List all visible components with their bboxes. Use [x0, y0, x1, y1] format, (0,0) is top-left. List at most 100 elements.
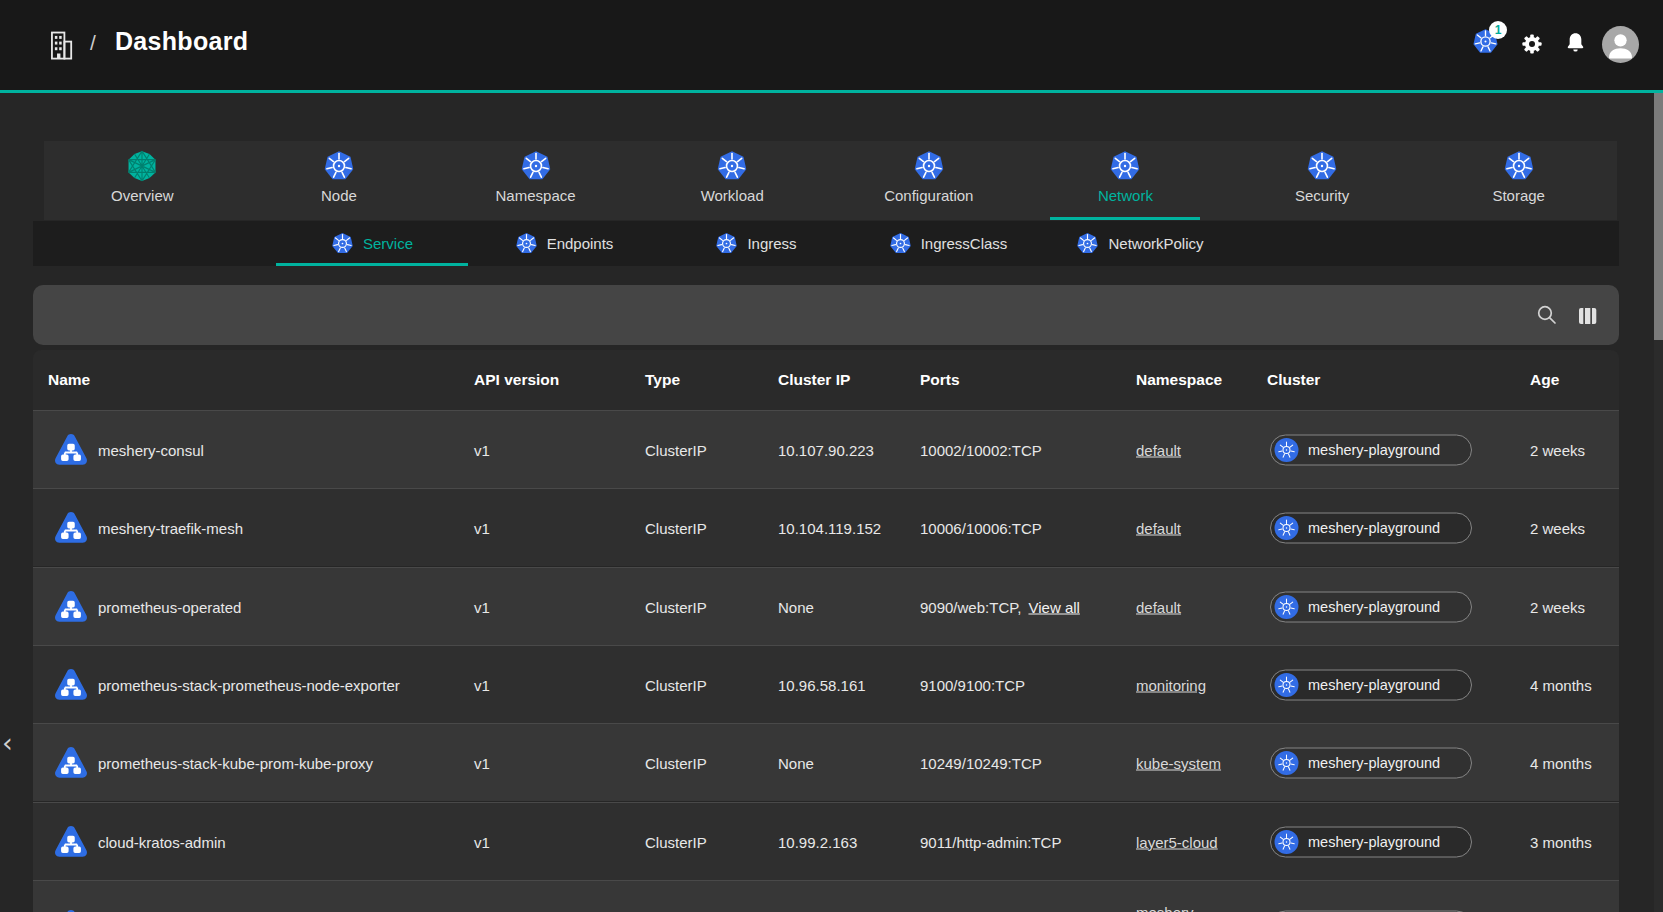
table-row[interactable]: meshery meshery-playground	[33, 880, 1619, 912]
cell-type: ClusterIP	[645, 833, 707, 850]
cluster-chip[interactable]: meshery-playground	[1270, 747, 1472, 778]
app-header: / Dashboard 1	[0, 0, 1663, 90]
notifications-bell-icon[interactable]	[1563, 30, 1588, 59]
cell-cluster-ip: None	[778, 754, 814, 771]
scrollbar-thumb[interactable]	[1654, 93, 1663, 340]
cell-age: 4 months	[1530, 676, 1592, 693]
namespace-link[interactable]: kube-system	[1136, 754, 1221, 771]
cell-name: meshery-consul	[98, 441, 204, 458]
cell-age: 3 months	[1530, 833, 1592, 850]
table-row[interactable]: prometheus-operated v1 ClusterIP None 90…	[33, 567, 1619, 645]
scrollbar[interactable]	[1654, 93, 1663, 912]
col-cluster[interactable]: Cluster	[1267, 371, 1320, 389]
resource-tabs: Overview Node Namespace Workload Configu…	[44, 141, 1617, 220]
cell-age: 2 weeks	[1530, 441, 1585, 458]
cell-type: ClusterIP	[645, 598, 707, 615]
view-all-link[interactable]: View all	[1028, 598, 1079, 615]
col-name[interactable]: Name	[48, 371, 90, 389]
cell-api: v1	[474, 754, 490, 771]
cell-cluster-ip: 10.99.2.163	[778, 833, 857, 850]
subtab-endpoints[interactable]: Endpoints	[468, 221, 660, 266]
col-namespace[interactable]: Namespace	[1136, 371, 1222, 389]
header-accent-line	[0, 90, 1663, 93]
cluster-chip[interactable]: meshery-playground	[1270, 826, 1472, 857]
cell-api: v1	[474, 441, 490, 458]
service-icon	[51, 906, 91, 912]
col-type[interactable]: Type	[645, 371, 680, 389]
namespace-link[interactable]: default	[1136, 441, 1181, 458]
cell-api: v1	[474, 598, 490, 615]
namespace-link[interactable]: meshery	[1136, 903, 1194, 912]
kubernetes-icon	[1274, 672, 1299, 697]
table-row[interactable]: meshery-traefik-mesh v1 ClusterIP 10.104…	[33, 488, 1619, 566]
subtab-ingress[interactable]: Ingress	[660, 221, 852, 266]
cell-age: 2 weeks	[1530, 519, 1585, 536]
subtab-service[interactable]: Service	[276, 221, 468, 266]
service-icon	[51, 430, 91, 470]
kubernetes-icon	[1274, 594, 1299, 619]
kubernetes-icon	[831, 148, 1028, 184]
settings-gear-icon[interactable]	[1520, 32, 1544, 60]
cell-name: meshery-traefik-mesh	[98, 519, 243, 536]
cell-type: ClusterIP	[645, 519, 707, 536]
tab-configuration[interactable]: Configuration	[831, 141, 1028, 220]
tab-storage[interactable]: Storage	[1420, 141, 1617, 220]
tab-node[interactable]: Node	[241, 141, 438, 220]
cell-name: prometheus-operated	[98, 598, 241, 615]
meshery-logo-icon	[44, 148, 241, 184]
kubernetes-icon	[715, 232, 738, 255]
cell-age: 2 weeks	[1530, 598, 1585, 615]
table-row[interactable]: meshery-consul v1 ClusterIP 10.107.90.22…	[33, 410, 1619, 488]
collapse-drawer-chevron[interactable]: ‹	[2, 729, 13, 756]
table-row[interactable]: cloud-kratos-admin v1 ClusterIP 10.99.2.…	[33, 802, 1619, 880]
kubernetes-icon	[331, 232, 354, 255]
kubernetes-icon	[1274, 829, 1299, 854]
user-avatar[interactable]	[1602, 26, 1639, 63]
search-icon[interactable]	[1535, 303, 1559, 331]
cluster-chip[interactable]: meshery-playground	[1270, 512, 1472, 543]
subtab-networkpolicy[interactable]: NetworkPolicy	[1044, 221, 1236, 266]
cluster-chip[interactable]: meshery-playground	[1270, 669, 1472, 700]
namespace-link[interactable]: layer5-cloud	[1136, 833, 1218, 850]
namespace-link[interactable]: monitoring	[1136, 676, 1206, 693]
cell-type: ClusterIP	[645, 441, 707, 458]
cell-cluster-ip: 10.96.58.161	[778, 676, 866, 693]
service-icon	[51, 743, 91, 783]
kubernetes-icon	[1076, 232, 1099, 255]
col-api-version[interactable]: API version	[474, 371, 559, 389]
subtab-ingressclass[interactable]: IngressClass	[852, 221, 1044, 266]
col-age[interactable]: Age	[1530, 371, 1559, 389]
cell-ports: 10249/10249:TCP	[920, 754, 1042, 771]
kubernetes-icon	[1420, 148, 1617, 184]
cluster-chip[interactable]: meshery-playground	[1270, 434, 1472, 465]
table-toolbar	[33, 285, 1619, 345]
tab-namespace[interactable]: Namespace	[437, 141, 634, 220]
table-row[interactable]: prometheus-stack-prometheus-node-exporte…	[33, 645, 1619, 723]
cell-ports: 9100/9100:TCP	[920, 676, 1025, 693]
col-cluster-ip[interactable]: Cluster IP	[778, 371, 850, 389]
kubernetes-icon	[889, 232, 912, 255]
cell-type: ClusterIP	[645, 754, 707, 771]
tab-overview[interactable]: Overview	[44, 141, 241, 220]
building-icon[interactable]	[46, 28, 76, 66]
cell-ports: 10002/10002:TCP	[920, 441, 1042, 458]
view-columns-icon[interactable]	[1576, 304, 1600, 332]
table-header-row: Name API version Type Cluster IP Ports N…	[33, 350, 1619, 410]
cell-cluster-ip: None	[778, 598, 814, 615]
cell-age: 4 months	[1530, 754, 1592, 771]
kubernetes-icon	[1274, 437, 1299, 462]
col-ports[interactable]: Ports	[920, 371, 960, 389]
tab-network[interactable]: Network	[1027, 141, 1224, 220]
tab-security[interactable]: Security	[1224, 141, 1421, 220]
kubernetes-icon	[1274, 750, 1299, 775]
service-icon	[51, 508, 91, 548]
tab-workload[interactable]: Workload	[634, 141, 831, 220]
table-row[interactable]: prometheus-stack-kube-prom-kube-proxy v1…	[33, 723, 1619, 801]
cluster-chip[interactable]: meshery-playground	[1270, 591, 1472, 622]
namespace-link[interactable]: default	[1136, 519, 1181, 536]
namespace-link[interactable]: default	[1136, 598, 1181, 615]
cell-api: v1	[474, 519, 490, 536]
cell-name: prometheus-stack-prometheus-node-exporte…	[98, 676, 400, 693]
cell-cluster-ip: 10.107.90.223	[778, 441, 874, 458]
cell-ports: 10006/10006:TCP	[920, 519, 1042, 536]
